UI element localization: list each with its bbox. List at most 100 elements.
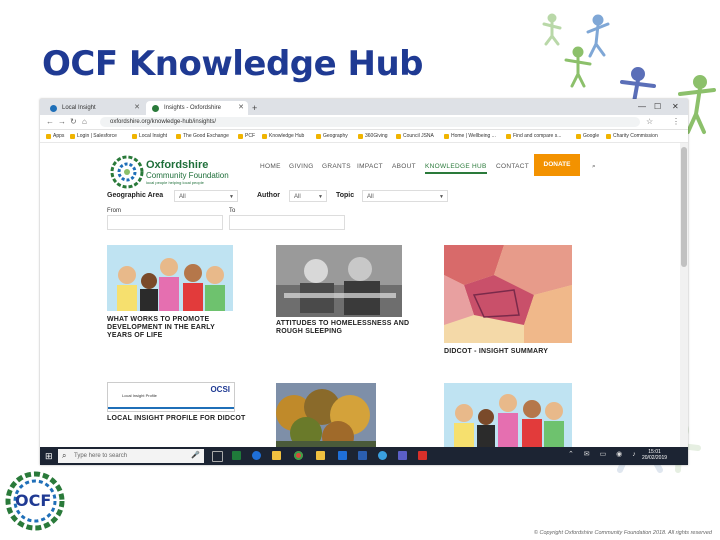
- autumn-trees-photo[interactable]: [276, 383, 376, 447]
- edge-icon[interactable]: [252, 451, 261, 460]
- menu-impact[interactable]: IMPACT: [357, 163, 383, 170]
- reload-icon[interactable]: ↻: [70, 116, 77, 128]
- bookmarks-bar: Apps Login | Salesforce Local Insight Th…: [40, 130, 688, 143]
- card-title-early-years[interactable]: WHAT WORKS TO PROMOTE DEVELOPMENT IN THE…: [107, 316, 237, 340]
- microphone-icon[interactable]: 🎤: [191, 449, 200, 463]
- author-select[interactable]: All ▼: [289, 190, 327, 202]
- copyright-notice: © Copyright Oxfordshire Community Founda…: [533, 530, 712, 536]
- close-window-icon[interactable]: ✕: [672, 100, 679, 114]
- donate-button[interactable]: DONATE: [534, 154, 580, 176]
- children-photo-2[interactable]: [444, 383, 572, 447]
- bookmark-item[interactable]: Login | Salesforce: [70, 131, 117, 141]
- forward-icon[interactable]: →: [58, 116, 66, 128]
- search-placeholder: Type here to search: [74, 453, 128, 459]
- menu-grants[interactable]: GRANTS: [322, 163, 351, 170]
- favicon-icon: [152, 105, 159, 112]
- topic-label: Topic: [336, 192, 355, 199]
- explorer-icon[interactable]: [272, 451, 281, 460]
- ocsi-bar: [108, 407, 234, 409]
- bookmark-item[interactable]: 360Giving: [358, 131, 388, 141]
- task-view-icon[interactable]: [212, 451, 223, 462]
- bookmark-item[interactable]: Geography: [316, 131, 348, 141]
- children-photo[interactable]: [107, 245, 233, 311]
- acrobat-icon[interactable]: [418, 451, 427, 460]
- search-icon: ⌕: [62, 451, 67, 460]
- tab-label: Local Insight: [62, 105, 96, 111]
- select-value: All: [294, 194, 301, 200]
- bookmark-item[interactable]: Find and compare s...: [506, 131, 561, 141]
- skype-icon[interactable]: [378, 451, 387, 460]
- from-label: From: [107, 208, 121, 214]
- star-icon[interactable]: ☆: [646, 116, 653, 128]
- scrollbar-thumb[interactable]: [681, 147, 687, 267]
- teams-icon[interactable]: [398, 451, 407, 460]
- card-title-didcot-summary[interactable]: DIDCOT - INSIGHT SUMMARY: [444, 348, 584, 356]
- menu-contact[interactable]: CONTACT: [496, 163, 529, 170]
- windows-start-icon[interactable]: ⊞: [45, 451, 53, 461]
- menu-icon[interactable]: ⋮: [672, 116, 680, 128]
- from-date-input[interactable]: [107, 215, 223, 230]
- navigation-bar: ← → ↻ ⌂ oxfordshire.org/knowledge-hub/in…: [40, 115, 688, 130]
- chevron-down-icon: ▼: [318, 194, 323, 200]
- site-logo-line2: Community Foundation: [146, 171, 229, 180]
- geographic-area-label: Geographic Area: [107, 192, 164, 199]
- slide-title: OCF Knowledge Hub: [42, 44, 424, 84]
- topic-select[interactable]: All ▼: [362, 190, 448, 202]
- select-value: All: [367, 194, 374, 200]
- tab-local-insight[interactable]: Local Insight ✕: [44, 101, 144, 115]
- files-icon[interactable]: [316, 451, 325, 460]
- taskbar-search-input[interactable]: ⌕ Type here to search 🎤: [58, 449, 204, 463]
- maximize-icon[interactable]: ☐: [654, 100, 661, 114]
- card-title-didcot-profile[interactable]: LOCAL INSIGHT PROFILE FOR DIDCOT: [107, 415, 247, 423]
- menu-home[interactable]: HOME: [260, 163, 281, 170]
- chrome-icon[interactable]: [294, 451, 303, 460]
- menu-about[interactable]: ABOUT: [392, 163, 416, 170]
- bookmark-item[interactable]: PCF: [238, 131, 255, 141]
- bookmark-item[interactable]: Knowledge Hub: [262, 131, 304, 141]
- card-title-homelessness[interactable]: ATTITUDES TO HOMELESSNESS AND ROUGH SLEE…: [276, 320, 436, 336]
- geographic-area-select[interactable]: All ▼: [174, 190, 238, 202]
- search-icon[interactable]: ⌕: [592, 163, 596, 171]
- bookmark-item[interactable]: Council JSNA: [396, 131, 434, 141]
- site-logo-line1: Oxfordshire: [146, 159, 209, 171]
- bookmark-item[interactable]: Charity Commission: [606, 131, 658, 141]
- bookmark-item[interactable]: The Good Exchange: [176, 131, 229, 141]
- bookmark-item[interactable]: Google: [576, 131, 599, 141]
- address-bar[interactable]: oxfordshire.org/knowledge-hub/insights/: [100, 117, 640, 127]
- web-page: Oxfordshire Community Foundation local p…: [40, 143, 680, 447]
- author-label: Author: [257, 192, 280, 199]
- ocf-site-logo-icon: [110, 155, 144, 189]
- ocsi-logo: OCSI: [210, 385, 230, 394]
- ocsi-sub-label: Local Insight Profile: [122, 393, 157, 398]
- taskbar-clock[interactable]: 15:01 20/02/2019: [642, 449, 667, 461]
- windows-taskbar: ⊞ ⌕ Type here to search 🎤 ⌃ ✉ ▭ ◉ ♪ 15:0…: [40, 447, 688, 465]
- outlook-icon[interactable]: [338, 451, 347, 460]
- favicon-icon: [50, 105, 57, 112]
- ocf-logo-text: OCF: [15, 491, 52, 510]
- bookmark-item[interactable]: Local Insight: [132, 131, 167, 141]
- word-icon[interactable]: [358, 451, 367, 460]
- chevron-down-icon: ▼: [439, 194, 444, 200]
- menu-giving[interactable]: GIVING: [289, 163, 314, 170]
- didcot-map-image[interactable]: [444, 245, 572, 343]
- home-icon[interactable]: ⌂: [82, 116, 87, 128]
- back-icon[interactable]: ←: [46, 116, 54, 128]
- bookmark-item[interactable]: Home | Wellbeing ...: [444, 131, 496, 141]
- to-date-input[interactable]: [229, 215, 345, 230]
- select-value: All: [179, 194, 186, 200]
- new-tab-button[interactable]: +: [252, 101, 257, 115]
- tab-insights[interactable]: Insights - Oxfordshire Communi... ✕: [146, 101, 248, 125]
- close-tab-icon[interactable]: ✕: [238, 101, 244, 115]
- bookmark-item[interactable]: Apps: [46, 131, 64, 141]
- ocsi-profile-thumbnail[interactable]: Local Insight Profile OCSI: [107, 382, 235, 412]
- close-tab-icon[interactable]: ✕: [134, 101, 140, 115]
- browser-screenshot: Local Insight ✕ Insights - Oxfordshire C…: [40, 99, 688, 465]
- system-tray-icons[interactable]: ⌃ ✉ ▭ ◉ ♪: [568, 450, 640, 458]
- menu-knowledge-hub[interactable]: KNOWLEDGE HUB: [425, 163, 487, 174]
- scrollbar[interactable]: [680, 143, 688, 447]
- tab-bar: Local Insight ✕ Insights - Oxfordshire C…: [40, 99, 688, 125]
- excel-icon[interactable]: [232, 451, 241, 460]
- chevron-down-icon: ▼: [229, 194, 234, 200]
- homelessness-photo[interactable]: [276, 245, 402, 317]
- minimize-icon[interactable]: —: [638, 100, 646, 114]
